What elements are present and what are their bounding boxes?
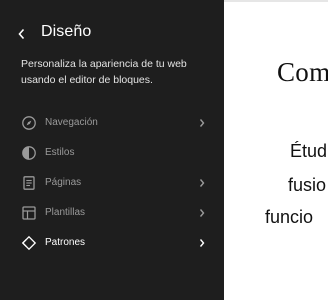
sidebar-item-patrones[interactable]: Patrones — [0, 228, 224, 258]
chevron-right-icon — [199, 209, 205, 217]
sidebar-nav: Navegación Estilos Páginas Plantillas Pa… — [0, 108, 224, 258]
half-circle-icon — [22, 146, 36, 160]
sidebar-item-label: Estilos — [45, 147, 75, 158]
preview-text-line: funcio — [265, 207, 314, 227]
sidebar: Diseño Personaliza la apariencia de tu w… — [0, 0, 224, 300]
page-title: Diseño — [41, 23, 92, 40]
preview-divider — [224, 0, 328, 2]
back-button[interactable] — [12, 22, 32, 46]
chevron-right-icon — [199, 179, 205, 187]
compass-icon — [22, 116, 36, 130]
sidebar-item-label: Patrones — [45, 237, 86, 248]
sidebar-item-paginas[interactable]: Páginas — [0, 168, 224, 198]
chevron-right-icon — [199, 119, 205, 127]
sidebar-item-label: Navegación — [45, 117, 98, 128]
preview-text-line: Étud — [290, 141, 328, 161]
preview-text-line: fusio — [288, 175, 327, 195]
sidebar-item-plantillas[interactable]: Plantillas — [0, 198, 224, 228]
sidebar-item-estilos[interactable]: Estilos — [0, 138, 224, 168]
sidebar-item-label: Plantillas — [45, 207, 86, 218]
site-preview[interactable]: Com Étud fusio funcio — [224, 0, 328, 300]
sidebar-item-navegacion[interactable]: Navegación — [0, 108, 224, 138]
sidebar-item-label: Páginas — [45, 177, 82, 188]
symbol-icon — [21, 235, 37, 251]
layout-icon — [22, 206, 36, 220]
preview-heading: Com — [277, 57, 328, 87]
page-icon — [23, 176, 35, 190]
chevron-left-icon — [18, 28, 25, 40]
chevron-right-icon — [199, 239, 205, 247]
sidebar-header: Diseño — [0, 22, 224, 46]
sidebar-description: Personaliza la apariencia de tu web usan… — [21, 58, 187, 86]
